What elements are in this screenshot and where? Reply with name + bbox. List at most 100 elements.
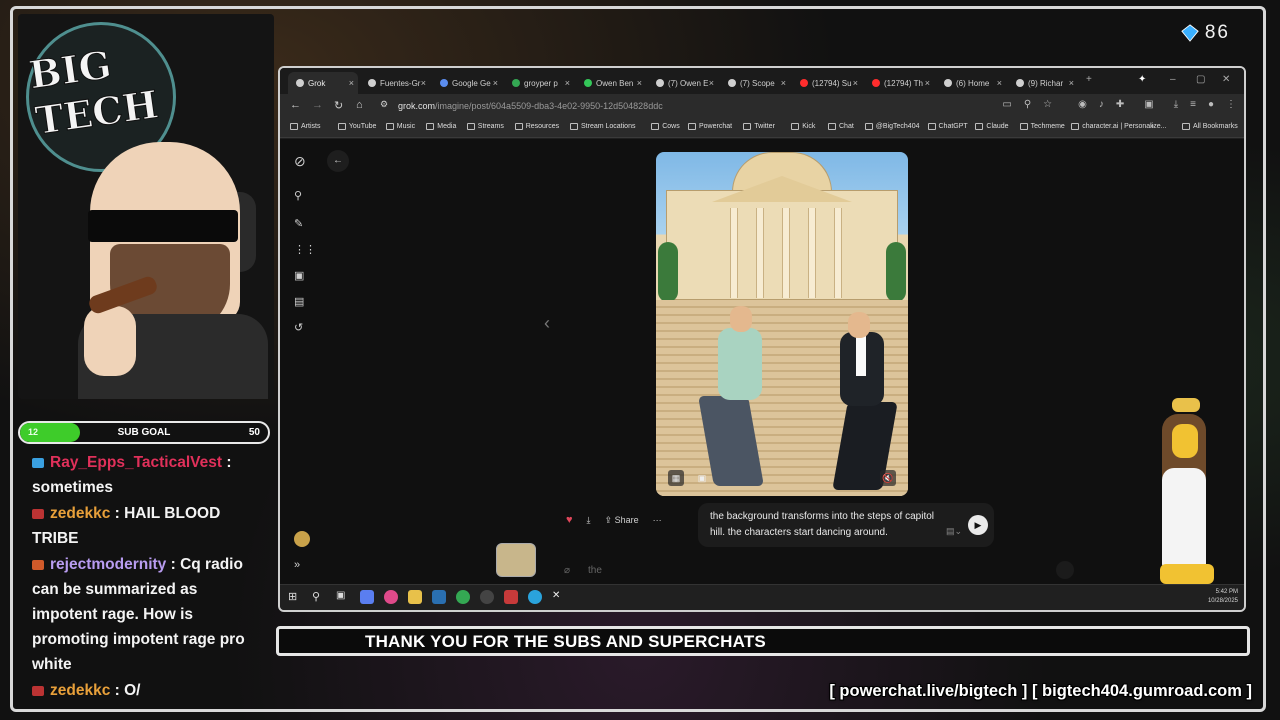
extension-star-icon[interactable]: ✦ <box>1138 74 1146 85</box>
back-button[interactable]: ← <box>327 150 349 172</box>
zoom-icon[interactable]: ⚲ <box>1024 99 1031 110</box>
voice-icon[interactable]: ⋮⋮ <box>294 243 316 256</box>
prompt-input[interactable]: ⌀ the <box>556 557 1076 583</box>
task-view-icon[interactable]: ▣ <box>336 590 350 604</box>
bookmark-item[interactable]: YouTube <box>337 123 376 130</box>
bookmark-item[interactable]: Stream Locations <box>570 123 635 130</box>
previous-image-icon[interactable]: ‹ <box>544 313 550 334</box>
audio-icon[interactable]: ♪ <box>1099 99 1104 110</box>
download-icon[interactable]: ⤓ <box>1174 99 1178 110</box>
maximize-icon[interactable]: ▢ <box>1196 74 1205 85</box>
steam-icon[interactable] <box>432 590 446 604</box>
bookmark-item[interactable]: Twitter <box>743 123 775 130</box>
attach-icon[interactable]: ⌀ <box>564 565 570 576</box>
tab-close-icon[interactable]: × <box>997 78 1002 88</box>
reference-thumbnail[interactable] <box>496 543 536 577</box>
grid-view-icon[interactable]: ▦ <box>668 470 684 486</box>
bookmark-item[interactable]: Artists <box>290 123 320 130</box>
tab-close-icon[interactable]: × <box>565 78 570 88</box>
prompt-options-icon[interactable]: ▤⌄ <box>946 523 962 539</box>
reload-icon[interactable]: ↻ <box>334 99 343 112</box>
bookmark-item[interactable]: Powerchat <box>688 123 732 130</box>
tab-close-icon[interactable]: × <box>709 78 714 88</box>
profile-icon[interactable]: ● <box>1208 99 1214 110</box>
bookmark-item[interactable]: Streams <box>466 123 504 130</box>
tab-close-icon[interactable]: × <box>349 78 354 88</box>
send-button[interactable] <box>1056 561 1074 579</box>
bookmark-item[interactable]: character.ai | Personalize... <box>1071 123 1167 130</box>
new-tab-button[interactable]: + <box>1086 74 1092 85</box>
browser-tab[interactable]: Google Ge × <box>432 72 502 94</box>
windows-start-icon[interactable]: ⊞ <box>288 590 302 604</box>
history-icon[interactable]: ↺ <box>294 321 303 334</box>
browser-tab[interactable]: (12794) Th × <box>864 72 934 94</box>
bookmark-item[interactable]: Kick <box>791 123 815 130</box>
folder-icon[interactable]: ▤ <box>294 295 304 308</box>
tab-close-icon[interactable]: × <box>637 78 642 88</box>
bookmark-item[interactable]: Techmeme <box>1019 123 1065 130</box>
back-arrow-icon[interactable]: ← <box>290 99 301 111</box>
tab-close-icon[interactable]: × <box>1069 78 1074 88</box>
bookmark-item[interactable]: Music <box>385 123 415 130</box>
puzzle-icon[interactable]: ✚ <box>1116 99 1124 110</box>
cast-icon[interactable]: ▭ <box>1002 99 1011 110</box>
browser-tab[interactable]: (12794) Su × <box>792 72 862 94</box>
image-icon[interactable]: ▣ <box>294 269 304 282</box>
copilot-icon[interactable] <box>360 590 374 604</box>
share-button[interactable]: ⇪ Share <box>605 515 639 526</box>
bookmark-item[interactable]: ChatGPT <box>927 123 968 130</box>
tab-close-icon[interactable]: × <box>421 78 426 88</box>
bookmark-item[interactable]: Cows <box>651 123 680 130</box>
browser-tab[interactable]: (7) Scope × <box>720 72 790 94</box>
close-window-icon[interactable]: ✕ <box>1222 74 1230 85</box>
search-icon[interactable]: ⚲ <box>294 189 302 202</box>
search-icon[interactable]: ⚲ <box>312 590 326 604</box>
url-field[interactable]: grok.com/imagine/post/604a5509-dba3-4e02… <box>392 98 990 115</box>
bookmark-item[interactable]: @BigTech404 <box>864 123 920 130</box>
media-icon[interactable]: ≡ <box>1190 99 1196 110</box>
generated-video-frame[interactable]: ▦ ▣ 🔇 <box>656 152 908 496</box>
chat-username[interactable]: zedekkc <box>50 505 110 522</box>
menu-icon[interactable]: ⋮ <box>1226 99 1236 110</box>
bookmark-item[interactable]: Claude <box>975 123 1009 130</box>
grok-logo-icon[interactable]: ⊘ <box>294 153 306 170</box>
forward-arrow-icon[interactable]: → <box>312 99 323 111</box>
play-button[interactable]: ▶ <box>968 515 988 535</box>
expand-sidebar-icon[interactable]: » <box>294 559 300 571</box>
bookmark-item[interactable]: Chat <box>828 123 854 130</box>
chat-username[interactable]: Ray_Epps_TacticalVest <box>50 454 222 471</box>
site-info-icon[interactable]: ⚙ <box>380 99 388 110</box>
tab-close-icon[interactable]: × <box>853 78 858 88</box>
bookmark-item[interactable]: Resources <box>514 123 559 130</box>
download-icon[interactable]: ⤓ <box>587 515 591 526</box>
tab-close-icon[interactable]: × <box>925 78 930 88</box>
minimize-icon[interactable]: – <box>1170 74 1176 85</box>
chat-username[interactable]: zedekkc <box>50 682 110 699</box>
image-view-icon[interactable]: ▣ <box>694 470 710 486</box>
browser-tab[interactable]: (9) Richar × <box>1008 72 1078 94</box>
tab-close-icon[interactable]: × <box>493 78 498 88</box>
browser-tab[interactable]: groyper p × <box>504 72 574 94</box>
app-icon[interactable] <box>504 590 518 604</box>
telegram-icon[interactable] <box>528 590 542 604</box>
bookmark-item[interactable]: Media <box>426 123 456 130</box>
browser-tab[interactable]: (7) Owen E × <box>648 72 718 94</box>
app-icon[interactable] <box>384 590 398 604</box>
browser-tab[interactable]: Grok × <box>288 72 358 94</box>
home-icon[interactable]: ⌂ <box>356 99 363 111</box>
obs-icon[interactable] <box>480 590 494 604</box>
chrome-icon[interactable] <box>456 590 470 604</box>
file-explorer-icon[interactable] <box>408 590 422 604</box>
user-avatar[interactable] <box>294 531 310 547</box>
like-heart-icon[interactable]: ♥ <box>566 514 573 526</box>
browser-tab[interactable]: Fuentes-Gr × <box>360 72 430 94</box>
sidebar-icon[interactable]: ▣ <box>1144 99 1153 110</box>
bookmark-star-icon[interactable]: ☆ <box>1043 99 1052 110</box>
more-options-button[interactable]: ··· <box>653 515 662 525</box>
extension-icon[interactable]: ◉ <box>1078 99 1087 110</box>
chat-username[interactable]: rejectmodernity <box>50 556 166 573</box>
mute-icon[interactable]: 🔇 <box>880 470 896 486</box>
browser-tab[interactable]: (6) Home × <box>936 72 1006 94</box>
edit-icon[interactable]: ✎ <box>294 217 303 230</box>
x-app-icon[interactable]: ✕ <box>552 590 566 604</box>
